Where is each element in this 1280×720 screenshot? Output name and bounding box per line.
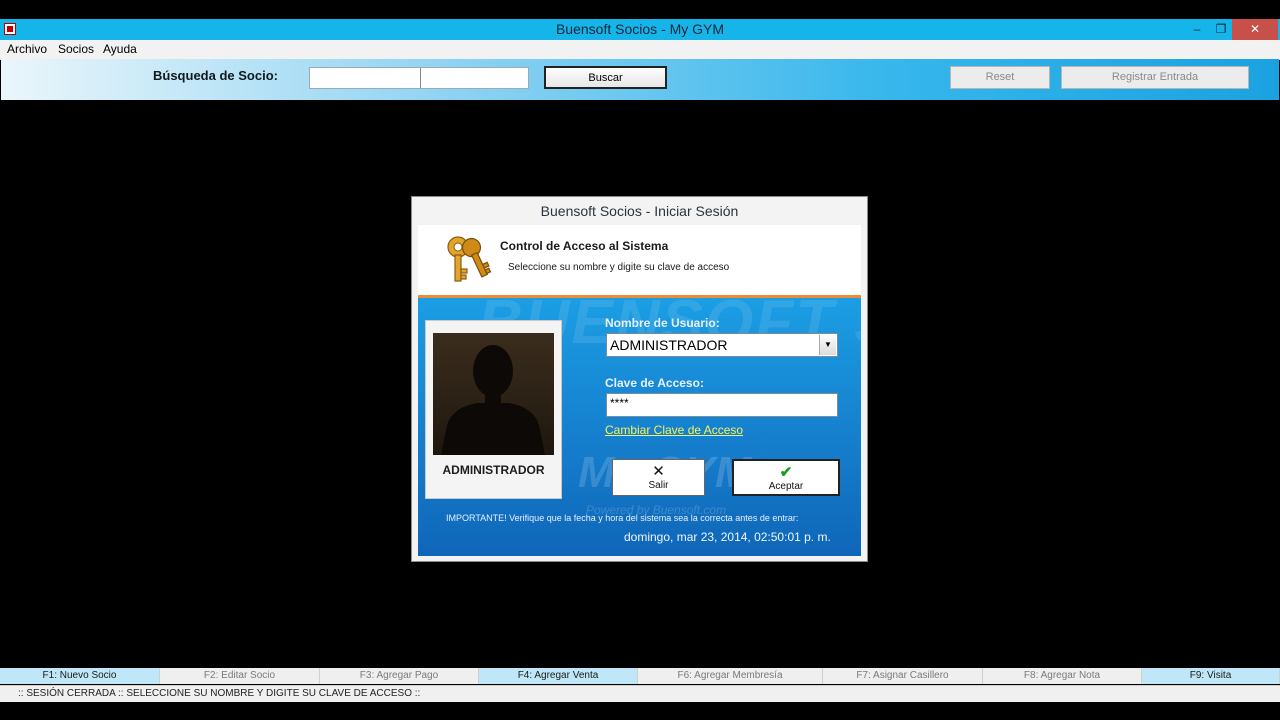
username-label: Nombre de Usuario: (605, 316, 720, 330)
dialog-title: Buensoft Socios - Iniciar Sesión (540, 203, 739, 219)
password-label: Clave de Acceso: (605, 376, 704, 390)
silhouette-icon (441, 345, 545, 455)
window-titlebar[interactable]: Buensoft Socios - My GYM ‒ ❐ ✕ (0, 19, 1280, 40)
function-key-bar: F1: Nuevo Socio F2: Editar Socio F3: Agr… (0, 668, 1280, 684)
accept-button-label: Aceptar (768, 481, 804, 492)
search-input-divider (420, 68, 421, 88)
exit-button[interactable]: ✕ Salir (612, 459, 705, 496)
window-title: Buensoft Socios - My GYM (555, 21, 725, 37)
menu-socios[interactable]: Socios (58, 42, 94, 56)
dialog-heading: Control de Acceso al Sistema (500, 239, 669, 253)
accept-button[interactable]: ✔ Aceptar (732, 459, 840, 496)
dialog-body: BUENSOFT SOCIOS My GYM Powered by Buenso… (418, 298, 861, 556)
change-password-link[interactable]: Cambiar Clave de Acceso (605, 423, 743, 437)
password-field[interactable]: **** (606, 393, 838, 417)
fkey-add-sale[interactable]: F4: Agregar Venta (479, 668, 638, 684)
fkey-edit-member[interactable]: F2: Editar Socio (160, 668, 320, 684)
username-value: ADMINISTRADOR (610, 337, 728, 353)
status-text: :: SESIÓN CERRADA :: SELECCIONE SU NOMBR… (18, 688, 421, 699)
fkey-add-note[interactable]: F8: Agregar Nota (983, 668, 1142, 684)
dialog-header: Control de Acceso al Sistema Seleccione … (418, 225, 861, 298)
minimize-button[interactable]: ‒ (1184, 19, 1210, 40)
search-toolbar: Búsqueda de Socio: Buscar Reset Registra… (1, 59, 1279, 100)
date-notice: IMPORTANTE! Verifique que la fecha y hor… (446, 513, 799, 523)
search-button[interactable]: Buscar (544, 66, 667, 89)
fkey-add-membership[interactable]: F6: Agregar Membresía (638, 668, 823, 684)
top-letterbox (0, 0, 1280, 19)
menu-ayuda[interactable]: Ayuda (103, 42, 137, 56)
register-entry-button[interactable]: Registrar Entrada (1061, 66, 1249, 89)
checkmark-icon: ✔ (779, 464, 793, 481)
username-select[interactable]: ADMINISTRADOR ▼ (606, 333, 838, 357)
search-input[interactable] (309, 67, 529, 89)
user-avatar (433, 333, 554, 455)
user-photo-name: ADMINISTRADOR (442, 463, 545, 477)
dialog-subheading: Seleccione su nombre y digite su clave d… (508, 262, 730, 273)
dropdown-arrow-icon[interactable]: ▼ (819, 335, 836, 355)
menu-archivo[interactable]: Archivo (7, 42, 47, 56)
fkey-new-member[interactable]: F1: Nuevo Socio (0, 668, 160, 684)
user-photo-card: ADMINISTRADOR (425, 320, 562, 499)
fkey-assign-locker[interactable]: F7: Asignar Casillero (823, 668, 983, 684)
reset-button[interactable]: Reset (950, 66, 1050, 89)
close-icon: ✕ (652, 463, 665, 480)
system-datetime: domingo, mar 23, 2014, 02:50:01 p. m. (624, 530, 831, 544)
close-button[interactable]: ✕ (1232, 19, 1278, 40)
login-dialog: Buensoft Socios - Iniciar Sesión Control… (411, 196, 868, 562)
restore-button[interactable]: ❐ (1208, 19, 1234, 40)
fkey-add-payment[interactable]: F3: Agregar Pago (320, 668, 479, 684)
exit-button-label: Salir (648, 480, 669, 491)
fkey-visit[interactable]: F9: Visita (1142, 668, 1280, 684)
keys-icon (447, 236, 492, 282)
search-label: Búsqueda de Socio: (153, 68, 278, 83)
status-bar: :: SESIÓN CERRADA :: SELECCIONE SU NOMBR… (0, 685, 1280, 702)
menu-bar: Archivo Socios Ayuda (0, 40, 1280, 60)
